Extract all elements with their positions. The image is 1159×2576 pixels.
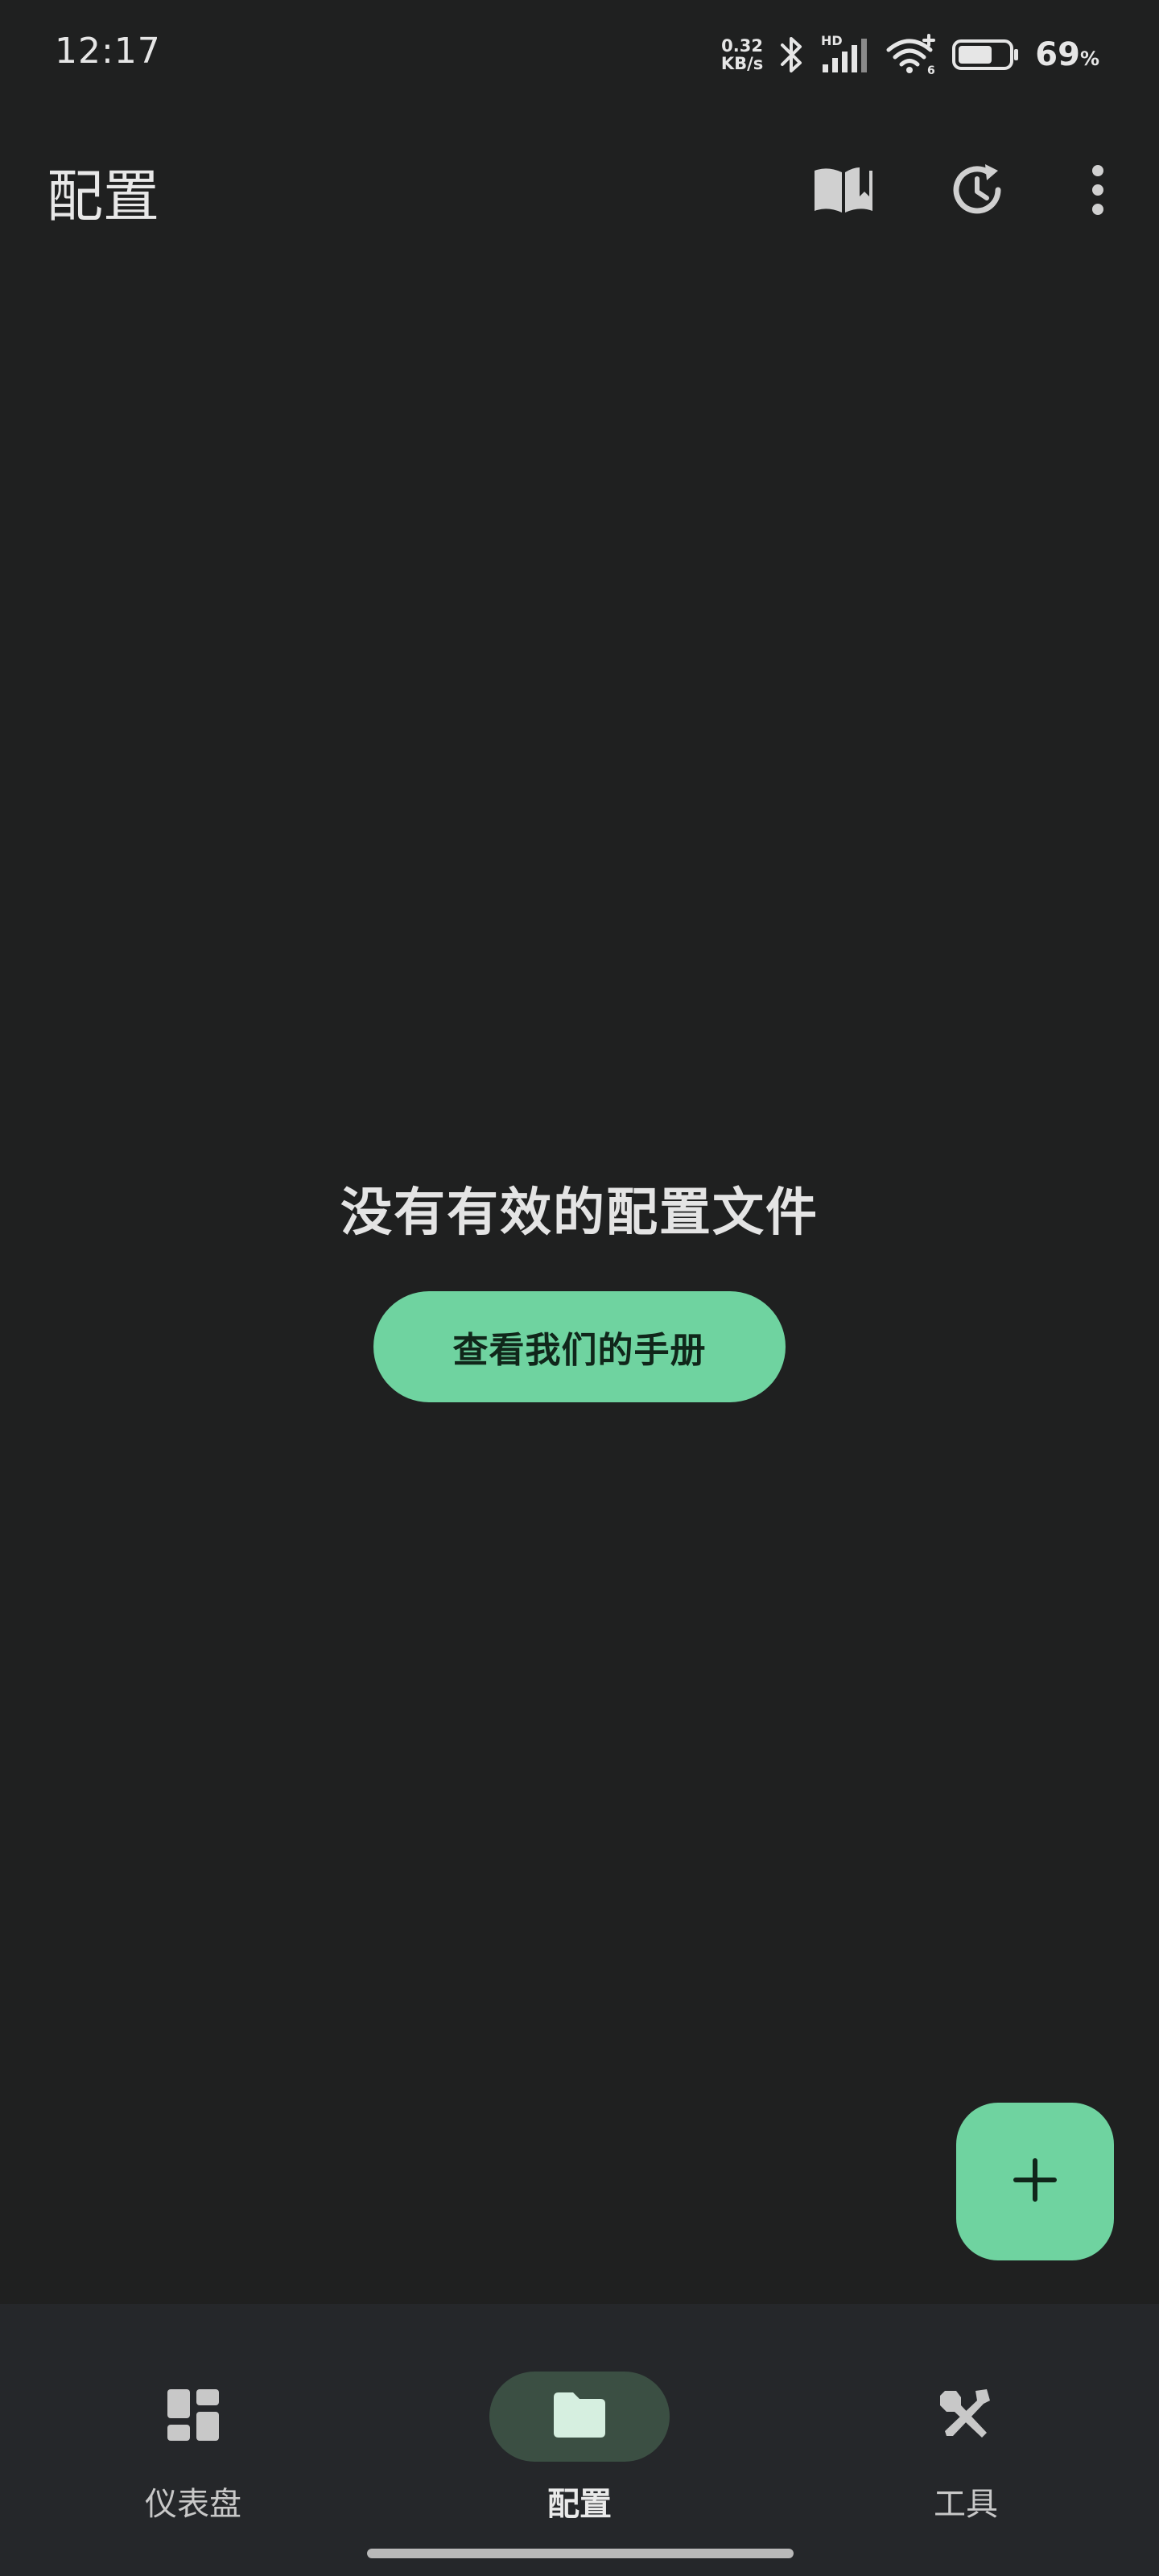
status-time: 12:17: [55, 31, 161, 72]
folder-icon: [551, 2391, 608, 2442]
home-indicator: [367, 2549, 794, 2558]
more-vert-icon: [1090, 164, 1106, 219]
bluetooth-icon: [777, 34, 805, 76]
top-app-bar: 配置: [0, 137, 1159, 242]
cellular-signal-icon: HD: [819, 34, 871, 76]
nav-label-tools: 工具: [934, 2486, 998, 2523]
nav-label-dashboard: 仪表盘: [145, 2486, 241, 2523]
empty-state-title: 没有有效的配置文件: [340, 1183, 819, 1243]
wifi-icon: 6: [885, 34, 937, 76]
nav-indicator: [103, 2372, 283, 2462]
status-bar: 12:17 0.32 KB/s HD 6 69%: [0, 0, 1159, 105]
battery-percentage-unit: %: [1079, 47, 1099, 70]
battery-percentage: 69%: [1035, 36, 1099, 73]
bottom-navigation: 仪表盘 配置 工具: [0, 2304, 1159, 2576]
manual-button[interactable]: [803, 151, 884, 232]
history-icon: [950, 161, 1008, 222]
network-speed-value: 0.32: [721, 36, 763, 56]
status-icons: 0.32 KB/s HD 6 69%: [721, 31, 1099, 79]
history-button[interactable]: [938, 151, 1019, 232]
wifi-badge: 6: [927, 64, 935, 76]
nav-item-tools[interactable]: 工具: [821, 2336, 1111, 2523]
tools-icon: [937, 2386, 995, 2447]
nav-item-dashboard[interactable]: 仪表盘: [48, 2336, 338, 2523]
book-open-icon: [811, 164, 876, 219]
battery-percentage-value: 69: [1035, 36, 1080, 73]
add-profile-button[interactable]: [956, 2103, 1114, 2260]
dashboard-icon: [166, 2388, 221, 2446]
nav-indicator: [876, 2372, 1056, 2462]
battery-icon: [951, 37, 1021, 72]
nav-item-profiles[interactable]: 配置: [435, 2336, 724, 2523]
network-speed: 0.32 KB/s: [721, 37, 763, 72]
screen: 12:17 0.32 KB/s HD 6 69% 配置 没有有效的配置文件 查看…: [0, 0, 1159, 2576]
nav-indicator-active: [489, 2372, 670, 2462]
signal-badge: HD: [821, 34, 843, 48]
plus-icon: [1013, 2157, 1058, 2206]
more-options-button[interactable]: [1058, 151, 1138, 232]
view-manual-button[interactable]: 查看我们的手册: [373, 1291, 786, 1402]
network-speed-unit: KB/s: [720, 54, 764, 73]
nav-label-profiles: 配置: [547, 2486, 612, 2523]
page-title: 配置: [47, 163, 159, 229]
